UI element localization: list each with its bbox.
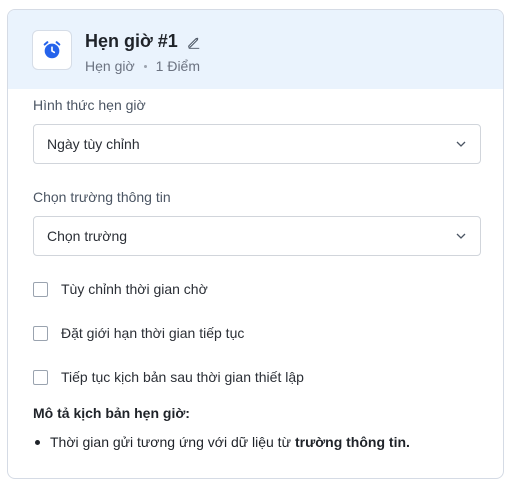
custom-wait-time-label: Tùy chỉnh thời gian chờ xyxy=(61,281,208,297)
field-select[interactable]: Chọn trường xyxy=(33,216,481,256)
continue-after-time-checkbox[interactable] xyxy=(33,369,48,385)
separator-dot xyxy=(143,64,147,68)
description-item: Thời gian gửi tương ứng với dữ liệu từ t… xyxy=(33,434,410,450)
continue-limit-label: Đặt giới hạn thời gian tiếp tục xyxy=(61,325,245,341)
chevron-down-icon xyxy=(456,141,466,147)
timer-step-panel: Hẹn giờ #1 Hẹn giờ 1 Điểm Hình thức hẹn … xyxy=(7,9,504,479)
description-title: Mô tả kịch bản hẹn giờ: xyxy=(33,405,190,421)
timer-type-value: Ngày tùy chỉnh xyxy=(47,136,140,152)
timer-type-label: Hình thức hẹn giờ xyxy=(33,97,146,113)
step-points: 1 Điểm xyxy=(155,58,201,74)
description-bold-text: trường thông tin. xyxy=(294,434,410,450)
chevron-down-icon xyxy=(456,233,466,239)
field-select-value: Chọn trường xyxy=(47,228,128,244)
custom-wait-time-checkbox[interactable] xyxy=(33,281,48,297)
custom-wait-time-option[interactable]: Tùy chỉnh thời gian chờ xyxy=(33,281,208,297)
edit-pencil-icon[interactable] xyxy=(187,35,201,49)
continue-after-time-label: Tiếp tục kịch bản sau thời gian thiết lậ… xyxy=(61,369,304,385)
field-select-label: Chọn trường thông tin xyxy=(33,189,171,205)
continue-limit-checkbox[interactable] xyxy=(33,325,48,341)
panel-header: Hẹn giờ #1 Hẹn giờ 1 Điểm xyxy=(8,10,503,89)
step-type: Hẹn giờ xyxy=(85,58,135,74)
timer-type-select[interactable]: Ngày tùy chỉnh xyxy=(33,124,481,164)
alarm-clock-icon xyxy=(32,30,72,70)
continue-after-time-option[interactable]: Tiếp tục kịch bản sau thời gian thiết lậ… xyxy=(33,369,304,385)
description-text: Thời gian gửi tương ứng với dữ liệu từ xyxy=(50,434,291,450)
step-title: Hẹn giờ #1 xyxy=(85,31,178,51)
continue-limit-option[interactable]: Đặt giới hạn thời gian tiếp tục xyxy=(33,325,244,341)
bullet xyxy=(35,439,40,445)
